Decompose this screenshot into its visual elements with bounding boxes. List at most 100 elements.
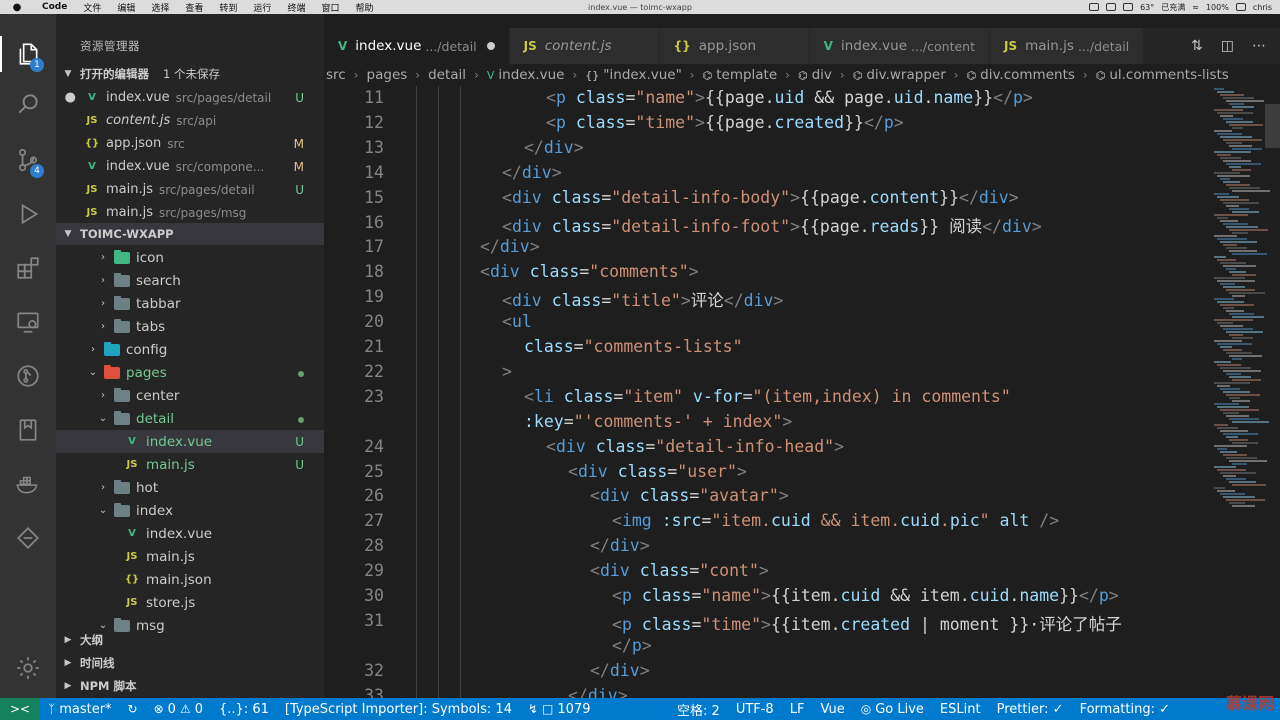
eol-indicator[interactable]: LF (782, 702, 813, 717)
open-editor-item[interactable]: Vindex.vue src/compone... M (56, 155, 324, 178)
minimap-line (1217, 364, 1241, 366)
minimap-line (1220, 94, 1244, 96)
tree-folder[interactable]: › config (56, 338, 324, 361)
tree-file[interactable]: JS store.js (56, 591, 324, 614)
gitlens-activity[interactable] (0, 352, 56, 400)
open-editor-item[interactable]: JS main.js src/pages/detail U (56, 178, 324, 201)
tree-folder[interactable]: › icon (56, 246, 324, 269)
file-path: src/pages/msg (159, 205, 247, 220)
unsaved-dot-icon[interactable] (486, 42, 495, 50)
tab-index-vue[interactable]: Vindex.vue .../content (809, 28, 991, 64)
timeline-section-header[interactable]: ▶ 时间线 (56, 652, 324, 674)
menu-run[interactable]: 运行 (245, 1, 279, 14)
encoding-indicator[interactable]: UTF-8 (728, 702, 782, 717)
ts-importer-indicator[interactable]: [TypeScript Importer]: Symbols: 14 (277, 702, 520, 717)
breadcrumb-item[interactable]: ⌬ ul.comments-lists (1094, 67, 1231, 83)
menu-edit[interactable]: 编辑 (109, 1, 143, 14)
remote-explorer-activity[interactable] (0, 298, 56, 346)
breadcrumb-item[interactable]: ⌬ div (796, 67, 834, 83)
breadcrumb-item[interactable]: ⌬ template (701, 67, 780, 83)
menu-file[interactable]: 文件 (75, 1, 109, 14)
code-editor[interactable]: 11 <p class="name">{{page.uid && page.uid… (324, 86, 1210, 698)
search-activity[interactable] (0, 80, 56, 128)
run-debug-activity[interactable] (0, 190, 56, 238)
prettier-indicator[interactable]: Prettier: ✓ (989, 702, 1072, 717)
outline-section-header[interactable]: ▶ 大纲 (56, 629, 324, 651)
tab-app-json[interactable]: {} app.json (659, 28, 810, 64)
menu-app-name[interactable]: Code (34, 2, 75, 12)
open-editor-item[interactable]: {} app.json src M (56, 132, 324, 155)
breadcrumb-item[interactable]: detail (426, 67, 468, 83)
references-indicator[interactable]: ↯ □ 1079 (520, 702, 599, 717)
breadcrumb-item[interactable]: {} "index.vue" (583, 67, 684, 83)
extensions-activity[interactable] (0, 244, 56, 292)
apple-icon[interactable]: ● (0, 2, 34, 13)
menu-help[interactable]: 帮助 (347, 1, 381, 14)
tree-folder[interactable]: ⌄ detail (56, 407, 324, 430)
user-name[interactable]: chris (1253, 3, 1272, 12)
project-section-header[interactable]: ▼ TOIMC-WXAPP (56, 223, 324, 245)
menubar-app-icon[interactable] (1106, 3, 1117, 11)
tree-file[interactable]: Vindex.vue U (56, 430, 324, 453)
open-editor-item[interactable]: JS main.js src/pages/msg (56, 201, 324, 224)
breadcrumb-item[interactable]: pages (365, 67, 410, 83)
minimap-line (1217, 406, 1249, 408)
menubar-app-icon[interactable] (1123, 3, 1134, 11)
open-changes-icon[interactable]: ⇅ (1191, 38, 1203, 54)
menu-go[interactable]: 转到 (211, 1, 245, 14)
more-actions-icon[interactable]: ⋯ (1252, 38, 1266, 54)
tree-folder[interactable]: › tabs (56, 315, 324, 338)
split-editor-icon[interactable]: ◫ (1221, 38, 1234, 54)
tree-folder[interactable]: ⌄ pages (56, 361, 324, 384)
explorer-activity[interactable]: 1 (0, 30, 56, 78)
sync-button[interactable]: ↻ (120, 702, 146, 716)
eslint-indicator[interactable]: ESLint (932, 702, 989, 717)
open-editor-item[interactable]: ● Vindex.vue src/pages/detail U (56, 86, 324, 109)
source-control-activity[interactable]: 4 (0, 136, 56, 184)
breadcrumb-item[interactable]: Vindex.vue (485, 67, 567, 83)
tree-file[interactable]: Vindex.vue (56, 522, 324, 545)
minimap-line (1229, 334, 1243, 336)
line-number: 22 (364, 361, 384, 381)
symbols-indicator[interactable]: {..}: 61 (211, 702, 277, 717)
breadcrumb-item[interactable]: ⌬ div.comments (965, 67, 1077, 83)
minimap[interactable] (1210, 86, 1280, 698)
remote-indicator[interactable]: >< (0, 698, 40, 720)
menu-view[interactable]: 查看 (177, 1, 211, 14)
minimap-slider[interactable] (1265, 104, 1280, 148)
tree-file[interactable]: JS main.js U (56, 453, 324, 476)
tree-folder[interactable]: ⌄ index (56, 499, 324, 522)
menubar-app-icon[interactable] (1089, 3, 1100, 11)
manage-activity[interactable] (0, 644, 56, 692)
branch-indicator[interactable]: ᛉ master* (40, 702, 120, 717)
tree-file[interactable]: JS main.js (56, 545, 324, 568)
docker-activity[interactable] (0, 460, 56, 508)
indentation-indicator[interactable]: 空格: 2 (669, 700, 728, 719)
npm-scripts-section-header[interactable]: ▶ NPM 脚本 (56, 675, 324, 697)
breadcrumb-item[interactable]: src (324, 67, 348, 83)
minimap-line (1232, 295, 1245, 297)
open-editors-section-header[interactable]: ▼ 打开的编辑器 1 个未保存 (56, 63, 324, 85)
go-live-button[interactable]: ◎ Go Live (853, 702, 932, 717)
file-path: src/compone... (175, 159, 265, 174)
tab-content-js[interactable]: JS content.js (509, 28, 660, 64)
tab-index-vue[interactable]: Vindex.vue .../detail (324, 28, 510, 64)
code-token: class (529, 262, 580, 282)
live-share-activity[interactable] (0, 514, 56, 562)
open-editor-item[interactable]: JS content.js src/api (56, 109, 324, 132)
menu-window[interactable]: 窗口 (313, 1, 347, 14)
tree-folder[interactable]: › search (56, 269, 324, 292)
tree-folder[interactable]: › hot (56, 476, 324, 499)
language-indicator[interactable]: Vue (812, 702, 852, 717)
tree-folder[interactable]: › tabbar (56, 292, 324, 315)
menu-terminal[interactable]: 终端 (279, 1, 313, 14)
breadcrumb-item[interactable]: ⌬ div.wrapper (851, 67, 948, 83)
wifi-icon[interactable]: ≈ (1192, 3, 1199, 12)
bookmarks-activity[interactable] (0, 406, 56, 454)
problems-indicator[interactable]: ⊗ 0 ⚠ 0 (146, 702, 211, 717)
battery-icon[interactable] (1235, 3, 1246, 11)
menu-selection[interactable]: 选择 (143, 1, 177, 14)
tab-main-js[interactable]: JS main.js .../detail (990, 28, 1145, 64)
tree-file[interactable]: {} main.json (56, 568, 324, 591)
tree-folder[interactable]: › center (56, 384, 324, 407)
